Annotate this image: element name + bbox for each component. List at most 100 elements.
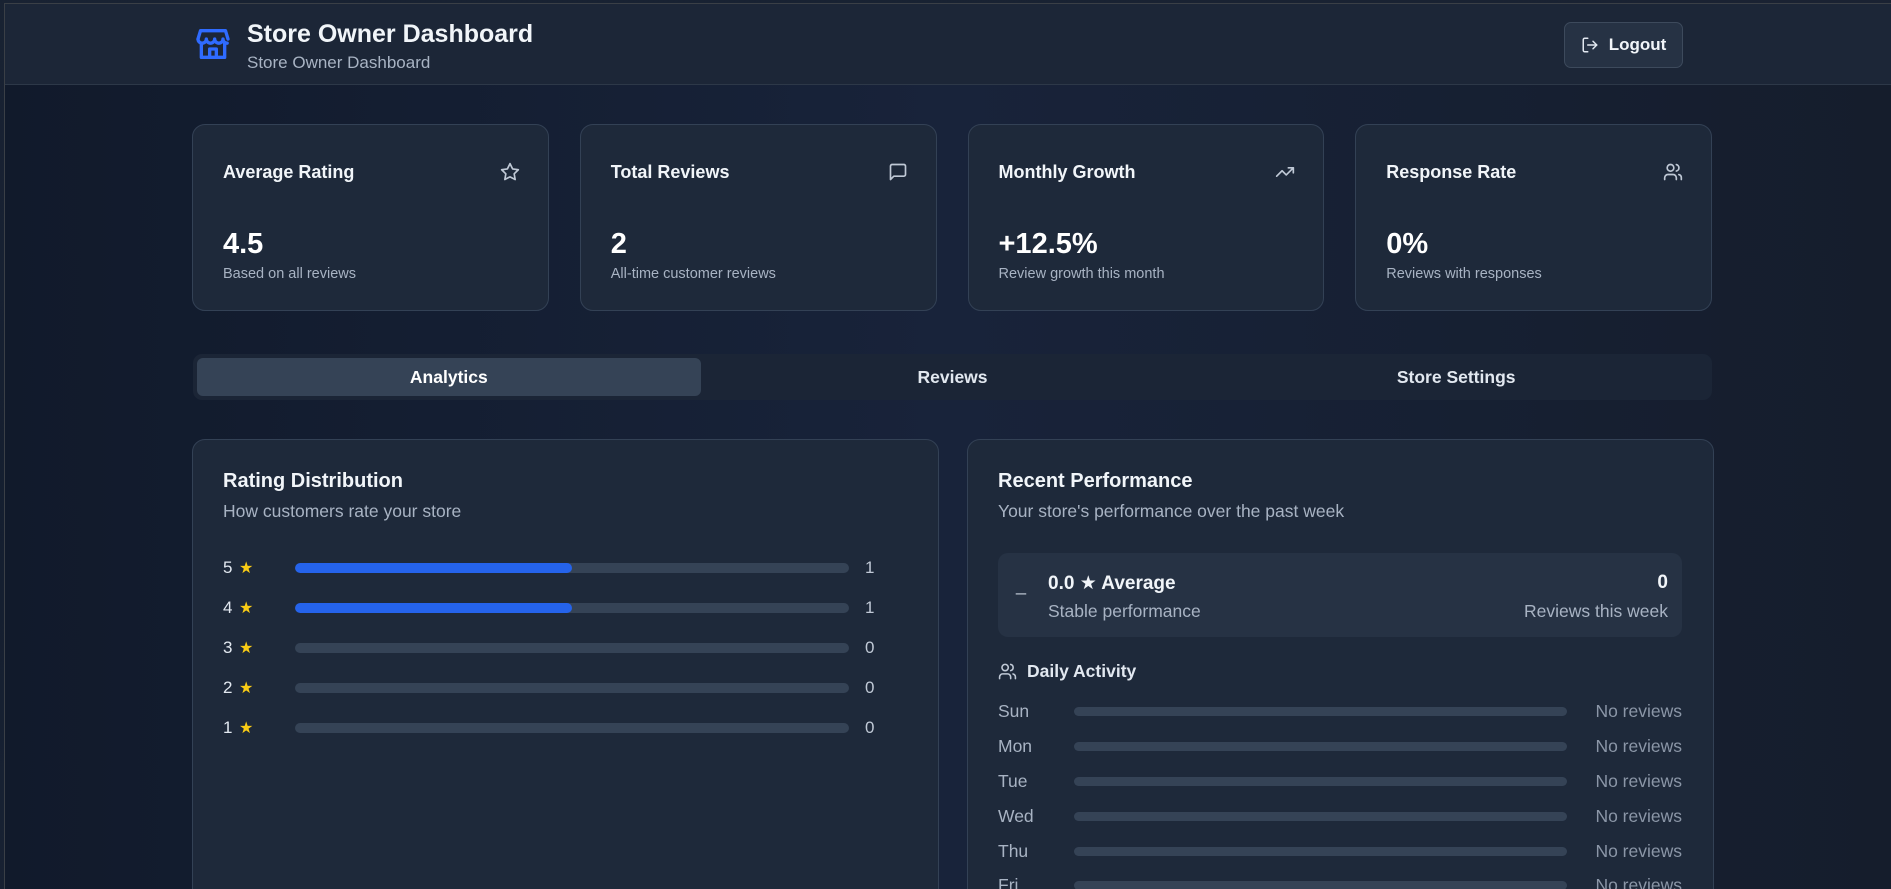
day-activity-bar: [1074, 706, 1567, 716]
users-icon: [998, 663, 1017, 680]
day-row-thu: Thu No reviews: [998, 840, 1682, 862]
rating-count: 0: [865, 718, 875, 737]
tab-bar: Analytics Reviews Store Settings: [193, 354, 1712, 400]
performance-status: Stable performance: [1048, 601, 1201, 621]
day-activity-bar: [1074, 776, 1567, 786]
rating-row-3: 3 ★ 0: [223, 637, 903, 659]
rating-count: 1: [865, 598, 875, 617]
day-activity-bar: [1074, 741, 1567, 751]
rating-row-5: 5 ★ 1: [223, 557, 903, 579]
stat-title: Monthly Growth: [998, 162, 1136, 182]
day-label: Tue: [998, 770, 1028, 791]
rating-stars-label: 3: [223, 638, 233, 657]
stat-title: Response Rate: [1386, 162, 1517, 182]
rating-bar: [295, 683, 849, 693]
stat-card-total-reviews: Total Reviews 2 All-time customer review…: [579, 124, 937, 311]
stat-desc: Reviews with responses: [1386, 266, 1542, 282]
week-review-count: 0: [1657, 572, 1668, 593]
day-row-wed: Wed No reviews: [998, 805, 1682, 827]
week-review-label: Reviews this week: [1524, 601, 1668, 621]
rating-bar: [295, 723, 849, 733]
day-note: No reviews: [1595, 805, 1682, 826]
day-row-fri: Fri No reviews: [998, 874, 1682, 889]
day-note: No reviews: [1595, 874, 1682, 889]
day-label: Thu: [998, 840, 1029, 861]
stat-desc: Review growth this month: [998, 266, 1165, 282]
trending-up-icon: [1276, 167, 1295, 177]
top-header: Store Owner Dashboard Store Owner Dashbo…: [5, 4, 1891, 85]
stat-title: Total Reviews: [610, 162, 730, 182]
stat-card-average-rating: Average Rating 4.5 Based on all reviews: [192, 124, 549, 311]
stat-card-monthly-growth: Monthly Growth +12.5% Review growth this…: [967, 124, 1325, 311]
page-title: Store Owner Dashboard: [247, 20, 534, 48]
performance-summary: _ 0.0 ★ Average Stable performance 0 Rev…: [998, 553, 1682, 637]
day-note: No reviews: [1595, 770, 1682, 791]
logout-label: Logout: [1608, 35, 1667, 54]
message-square-icon: [889, 163, 906, 181]
trend-flat-icon: _: [1016, 575, 1027, 595]
stat-title: Average Rating: [223, 162, 355, 182]
average-rating-text: 0.0 ★ Average: [1048, 573, 1176, 594]
users-icon: [1663, 163, 1683, 181]
daily-activity-title: Daily Activity: [1027, 661, 1137, 681]
tab-analytics[interactable]: Analytics: [197, 358, 701, 396]
stat-desc: All-time customer reviews: [610, 266, 776, 282]
rating-count: 0: [865, 678, 875, 697]
star-icon: ★: [239, 720, 254, 737]
star-icon: [500, 162, 519, 181]
day-note: No reviews: [1595, 700, 1682, 721]
day-label: Fri: [998, 874, 1019, 889]
panel-subtitle: Your store's performance over the past w…: [998, 501, 1345, 521]
day-label: Sun: [998, 700, 1030, 721]
rating-bar-fill: [295, 563, 572, 573]
recent-performance-panel: Recent Performance Your store's performa…: [967, 439, 1714, 889]
panel-title: Rating Distribution: [223, 470, 403, 492]
star-icon: ★: [239, 560, 254, 577]
day-activity-bar: [1074, 846, 1567, 856]
day-label: Mon: [998, 735, 1033, 756]
brand: Store Owner Dashboard Store Owner Dashbo…: [193, 18, 533, 74]
stat-value: 4.5: [223, 228, 264, 260]
day-row-sun: Sun No reviews: [998, 700, 1682, 722]
stat-card-response-rate: Response Rate 0% Reviews with responses: [1355, 124, 1712, 311]
app-window: Store Owner Dashboard Store Owner Dashbo…: [4, 3, 1891, 889]
stat-value: 2: [610, 228, 627, 260]
day-activity-bar: [1074, 811, 1567, 821]
rating-stars-label: 2: [223, 678, 233, 697]
stat-value: +12.5%: [998, 228, 1098, 260]
store-icon: [196, 29, 230, 59]
stat-desc: Based on all reviews: [223, 266, 356, 282]
rating-row-1: 1 ★ 0: [223, 717, 903, 739]
logout-button[interactable]: Logout: [1564, 22, 1683, 68]
star-icon: ★: [239, 680, 254, 697]
rating-bar-fill: [295, 603, 572, 613]
rating-stars-label: 1: [223, 718, 233, 737]
page-subtitle: Store Owner Dashboard: [247, 53, 431, 72]
tab-reviews[interactable]: Reviews: [701, 358, 1205, 396]
star-icon: ★: [239, 600, 254, 617]
rating-bar: [295, 643, 849, 653]
rating-row-2: 2 ★ 0: [223, 677, 903, 699]
day-row-mon: Mon No reviews: [998, 735, 1682, 757]
day-note: No reviews: [1595, 840, 1682, 861]
stat-value: 0%: [1386, 228, 1429, 260]
rating-stars-label: 4: [223, 598, 233, 617]
rating-count: 1: [865, 558, 875, 577]
rating-bar: [295, 603, 849, 613]
rating-stars-label: 5: [223, 558, 233, 577]
panel-title: Recent Performance: [998, 470, 1193, 492]
day-activity-bar: [1074, 880, 1567, 889]
rating-row-4: 4 ★ 1: [223, 597, 903, 619]
day-label: Wed: [998, 805, 1034, 826]
daily-activity-heading: Daily Activity: [998, 661, 1136, 682]
day-note: No reviews: [1595, 735, 1682, 756]
rating-bar: [295, 563, 849, 573]
tab-store-settings[interactable]: Store Settings: [1204, 358, 1708, 396]
log-out-icon: [1582, 37, 1598, 53]
stats-row: Average Rating 4.5 Based on all reviews …: [192, 124, 1712, 311]
star-icon: ★: [239, 640, 254, 657]
day-row-tue: Tue No reviews: [998, 770, 1682, 792]
rating-count: 0: [865, 638, 875, 657]
rating-distribution-panel: Rating Distribution How customers rate y…: [192, 439, 939, 889]
panel-subtitle: How customers rate your store: [223, 501, 462, 521]
